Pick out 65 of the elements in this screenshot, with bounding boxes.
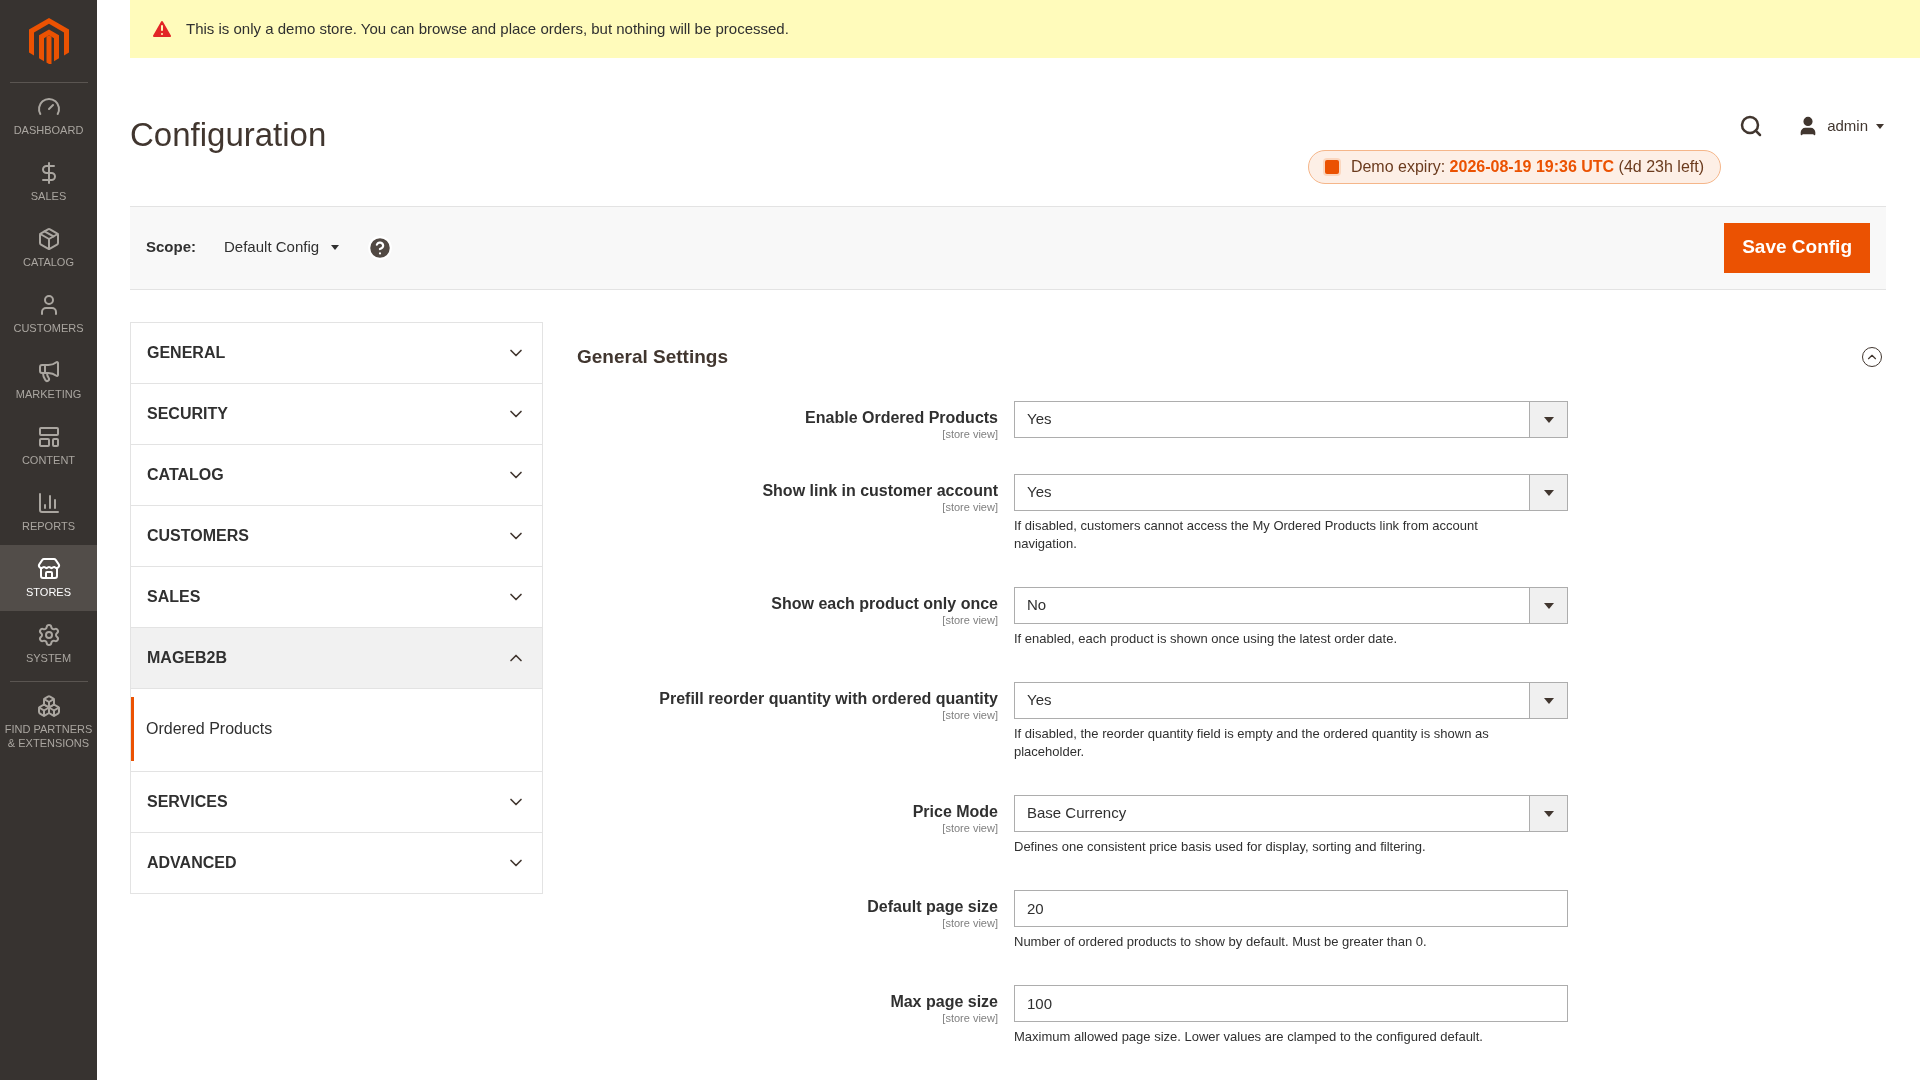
field-note: Defines one consistent price basis used for display, sorting and filtering. [1014, 838, 1427, 856]
field-label: Default page size [867, 897, 998, 917]
search-icon[interactable] [1739, 114, 1764, 139]
sidebar-item[interactable]: CONTENT [0, 413, 97, 479]
expiry-text: Demo expiry: 2026-08-19 19:36 UTC (4d 23h left) [1350, 157, 1704, 178]
sidebar-item[interactable]: MARKETING [0, 347, 97, 413]
field-note: Number of ordered products to show by default. Must be greater than 0. [1014, 933, 1428, 951]
scope-note: [store view] [942, 428, 998, 440]
sidebar-item[interactable]: STORES [0, 545, 97, 611]
scope-note: [store view] [942, 501, 998, 513]
field-label: Max page size [890, 992, 998, 1012]
caret-icon [1543, 810, 1554, 817]
box-icon [36, 227, 61, 251]
section-tab[interactable]: MAGEB2B [131, 627, 542, 688]
sidebar-item[interactable]: DASHBOARD [0, 83, 97, 149]
field-label: Prefill reorder quantity with ordered quantity [659, 689, 998, 709]
notice-text: This is only a demo store. You can browse and place orders, but nothing will be processed. [186, 18, 789, 39]
sidebar-item[interactable]: CATALOG [0, 215, 97, 281]
scope-note: [store view] [942, 709, 998, 721]
page-title: Configuration [130, 115, 327, 156]
blocks-icon [36, 694, 61, 718]
caret-icon [1876, 123, 1884, 129]
status-square-icon [1324, 160, 1339, 175]
scope-label: Scope: [146, 237, 196, 258]
caret-icon [1543, 697, 1554, 704]
caret-icon [1543, 416, 1554, 423]
select-field[interactable]: Base Currency [1014, 795, 1568, 832]
input-field[interactable]: 100 [1014, 985, 1568, 1022]
layout-icon [36, 425, 61, 449]
scope-note: [store view] [942, 822, 998, 834]
select-field[interactable]: Yes [1014, 474, 1568, 511]
field-label: Price Mode [912, 802, 998, 822]
scope-note: [store view] [942, 917, 998, 929]
input-field[interactable]: 20 [1014, 890, 1568, 927]
sidebar-item[interactable]: SYSTEM [0, 611, 97, 677]
field-note: If disabled, customers cannot access the My Ordered Products link from account navigation. [1014, 517, 1479, 553]
field-note: Maximum allowed page size. Lower values are clamped to the configured default. [1014, 1028, 1484, 1046]
user-menu[interactable]: admin [1797, 115, 1884, 138]
select-field[interactable]: Yes [1014, 401, 1568, 438]
store-icon [36, 557, 61, 581]
sidebar-item[interactable]: FIND PARTNERS & EXTENSIONS [0, 682, 97, 762]
group-title: General Settings [577, 344, 728, 369]
help-icon[interactable] [367, 234, 394, 261]
caret-icon [1543, 602, 1554, 609]
field-label: Enable Ordered Products [805, 408, 998, 428]
section-link[interactable]: Ordered Products [131, 696, 542, 761]
sidebar-item[interactable]: CUSTOMERS [0, 281, 97, 347]
field-note: If enabled, each product is shown once using the latest order date. [1014, 630, 1399, 648]
field-label: Show each product only once [771, 594, 998, 614]
sidebar-item[interactable]: SALES [0, 149, 97, 215]
select-field[interactable]: No [1014, 587, 1568, 624]
caret-icon [331, 245, 340, 251]
bar-chart-icon [36, 491, 61, 515]
scope-note: [store view] [942, 614, 998, 626]
scope-dropdown[interactable]: Default Config [224, 236, 340, 259]
sidebar-item[interactable]: REPORTS [0, 479, 97, 545]
save-config-button[interactable]: Save Config [1724, 222, 1870, 273]
megaphone-icon [36, 359, 61, 383]
settings-icon [36, 623, 61, 647]
scope-note: [store view] [942, 1012, 998, 1024]
logo-icon [28, 18, 69, 64]
select-field[interactable]: Yes [1014, 682, 1568, 719]
caret-icon [1543, 489, 1554, 496]
field-label: Show link in customer account [762, 481, 998, 501]
field-note: If disabled, the reorder quantity field is empty and the ordered quantity is shown as placeholder. [1014, 725, 1490, 761]
